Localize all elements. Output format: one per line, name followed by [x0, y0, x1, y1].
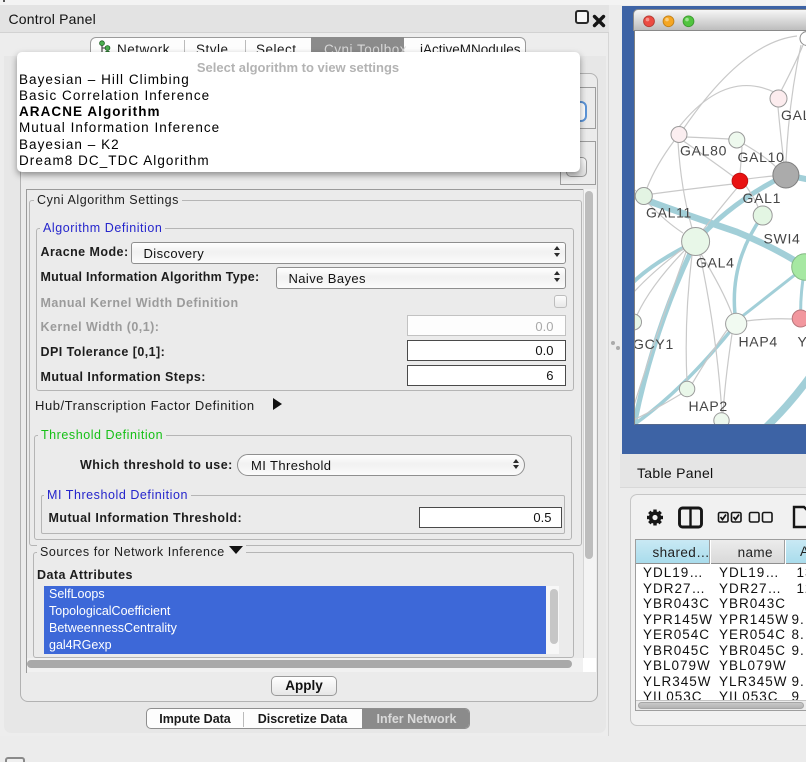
svg-text:GAL11: GAL11 — [646, 205, 692, 221]
svg-text:GAL10: GAL10 — [738, 149, 785, 165]
svg-text:GCY1: GCY1 — [635, 336, 674, 352]
svg-text:GAL1: GAL1 — [743, 190, 782, 206]
svg-text:GAL7: GAL7 — [781, 107, 806, 123]
svg-text:HAP4: HAP4 — [739, 334, 778, 350]
svg-text:SWI4: SWI4 — [764, 231, 801, 247]
svg-text:Y: Y — [798, 334, 806, 350]
svg-text:GAL80: GAL80 — [680, 143, 727, 159]
svg-text:HAP2: HAP2 — [689, 398, 728, 414]
svg-text:GAL4: GAL4 — [696, 255, 735, 271]
